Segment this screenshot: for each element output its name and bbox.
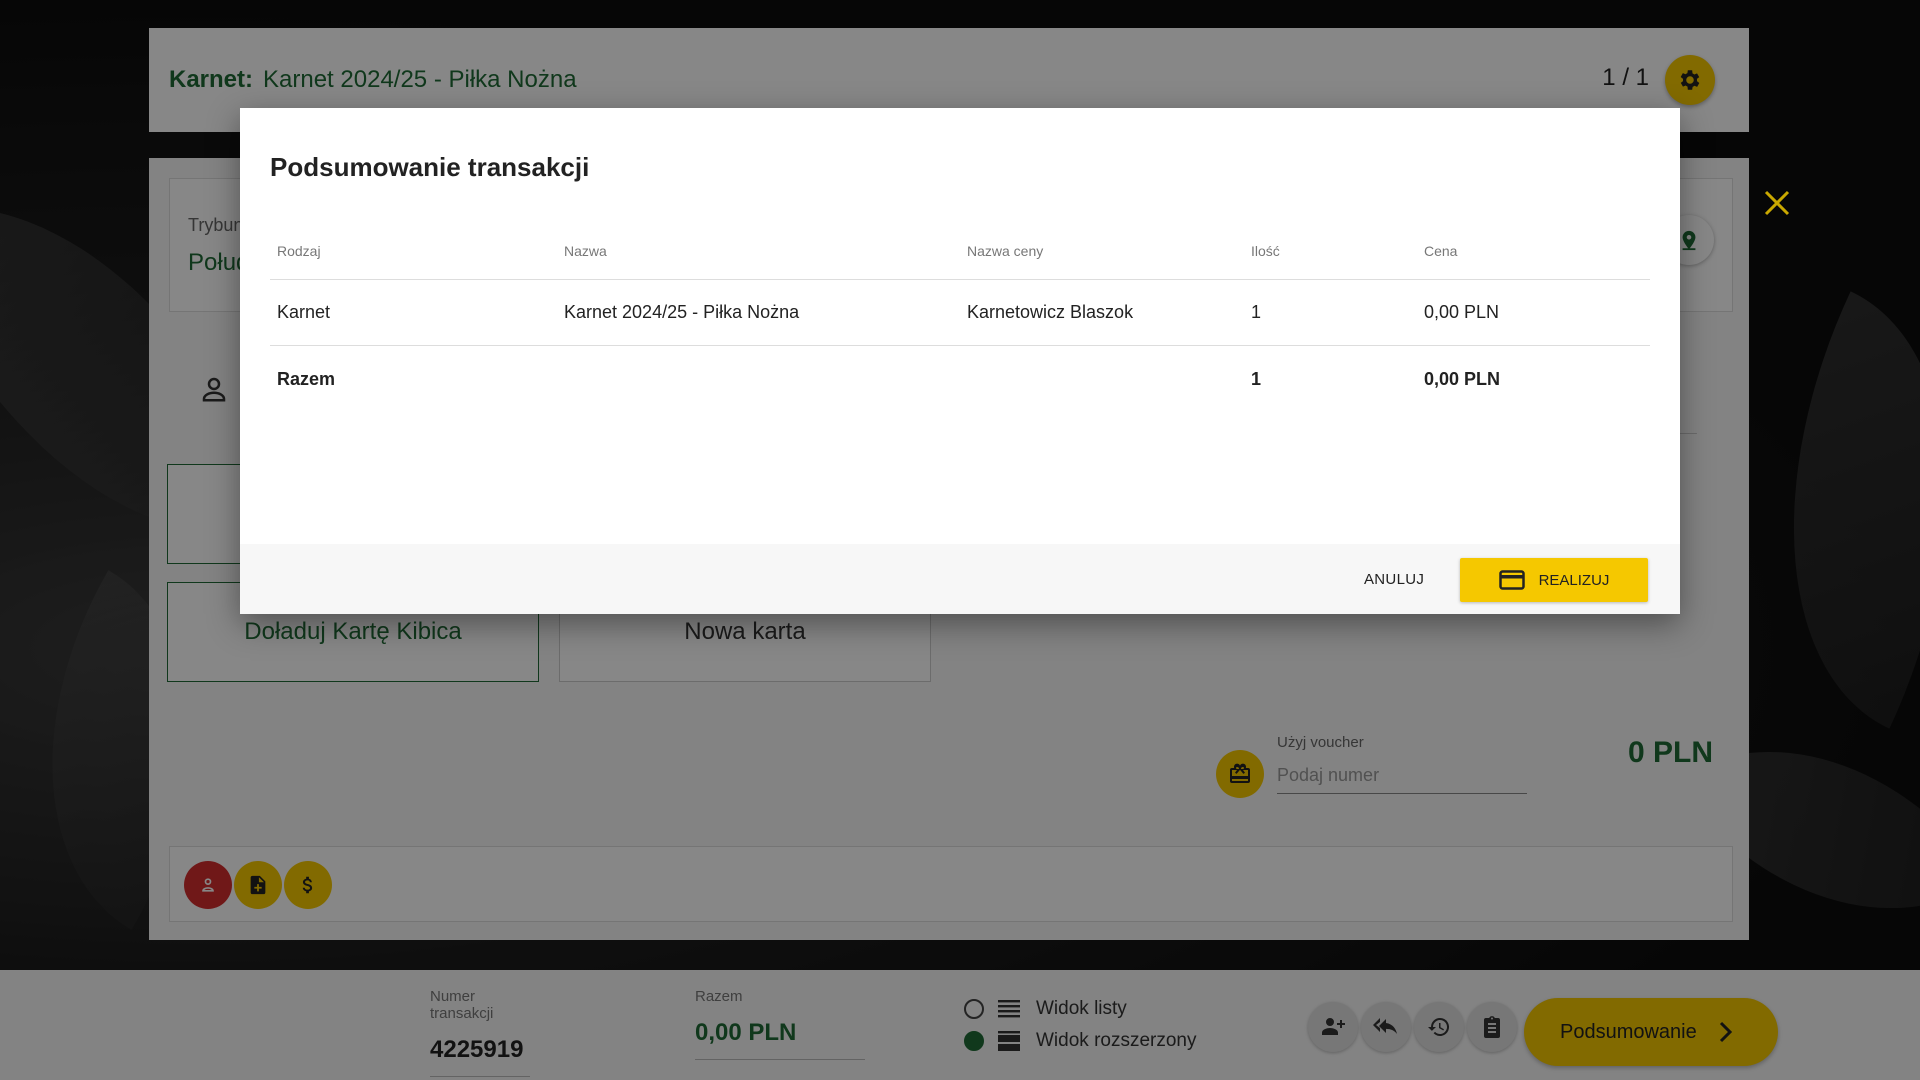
transaction-summary-dialog: Podsumowanie transakcji Rodzaj Nazwa Naz…: [240, 108, 1680, 614]
table-row: Karnet Karnet 2024/25 - Piłka Nożna Karn…: [270, 280, 1650, 346]
close-icon[interactable]: [1762, 188, 1792, 218]
column-header: Nazwa ceny: [967, 243, 1044, 259]
summary-table: Rodzaj Nazwa Nazwa ceny Ilość Cena Karne…: [270, 214, 1650, 412]
row-type: Karnet: [277, 302, 331, 322]
row-price: 0,00 PLN: [1424, 302, 1500, 322]
row-quantity: 1: [1251, 302, 1262, 322]
cancel-button[interactable]: ANULUJ: [1348, 560, 1440, 598]
row-price-name: Karnetowicz Blaszok: [967, 302, 1134, 322]
total-label: Razem: [277, 368, 336, 389]
total-price: 0,00 PLN: [1424, 368, 1501, 389]
table-header: Rodzaj Nazwa Nazwa ceny Ilość Cena: [270, 214, 1650, 280]
dialog-footer: ANULUJ REALIZUJ: [240, 544, 1680, 614]
column-header: Rodzaj: [277, 243, 321, 259]
column-header: Nazwa: [564, 243, 607, 259]
total-row: Razem 1 0,00 PLN: [270, 346, 1650, 412]
row-name: Karnet 2024/25 - Piłka Nożna: [564, 302, 800, 322]
column-header: Cena: [1424, 243, 1458, 259]
realize-button-label: REALIZUJ: [1538, 571, 1610, 589]
total-quantity: 1: [1251, 368, 1262, 389]
dialog-title: Podsumowanie transakcji: [270, 152, 590, 182]
credit-card-icon: [1498, 570, 1525, 590]
realize-button[interactable]: REALIZUJ: [1460, 558, 1648, 602]
column-header: Ilość: [1251, 243, 1280, 259]
